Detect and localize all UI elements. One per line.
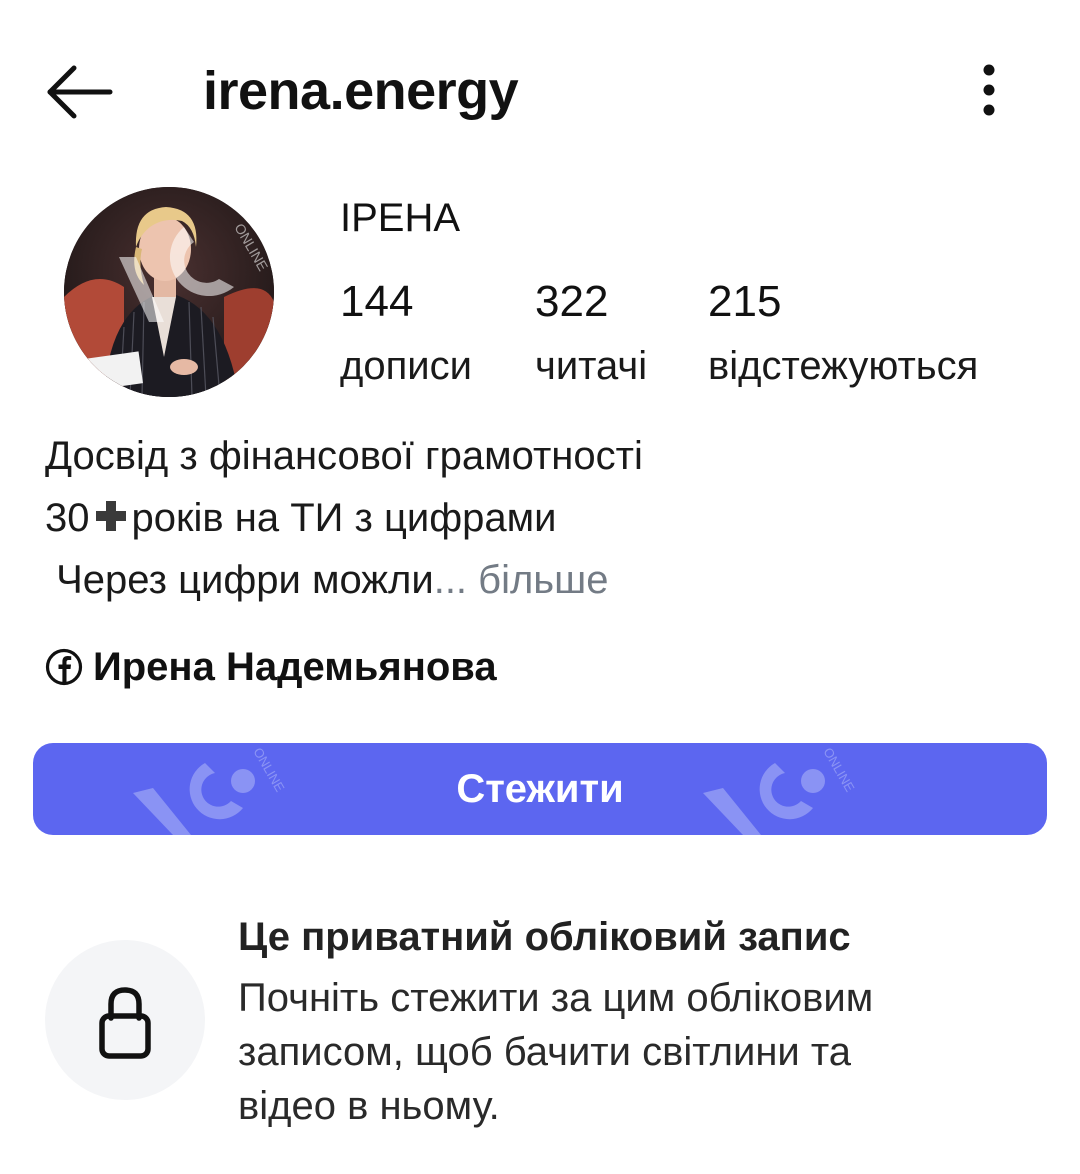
- profile-avatar[interactable]: ONLINE: [64, 187, 274, 397]
- facebook-icon: [45, 648, 83, 686]
- lock-badge: [45, 940, 205, 1100]
- facebook-name: Ирена Надемьянова: [93, 644, 497, 689]
- private-account-description: Почніть стежити за цим обліковим записом…: [238, 971, 1038, 1133]
- more-options-button[interactable]: [964, 60, 1014, 120]
- stat-following-label: відстежуються: [708, 344, 979, 388]
- bio-text: 30: [45, 496, 90, 540]
- bio-line: Через цифри можли... більше: [45, 549, 643, 611]
- profile-bio: Досвід з фінансової грамотності 30 років …: [45, 425, 643, 611]
- bio-line: 30 років на ТИ з цифрами: [45, 487, 643, 549]
- facebook-profile-link[interactable]: Ирена Надемьянова: [45, 637, 497, 697]
- top-bar: irena.energy: [0, 0, 1080, 180]
- bio-text: Через цифри можли: [45, 558, 434, 602]
- stat-following[interactable]: 215 відстежуються: [708, 275, 978, 391]
- profile-username: irena.energy: [203, 61, 519, 121]
- follow-button-label: Стежити: [456, 767, 624, 811]
- stat-following-count: 215: [708, 277, 782, 326]
- stat-followers[interactable]: 322 читачі: [535, 275, 647, 391]
- lock-icon: [99, 987, 151, 1059]
- private-desc-line: відео в ньому.: [238, 1084, 500, 1128]
- stat-posts-label: дописи: [340, 344, 472, 388]
- bio-line: Досвід з фінансової грамотності: [45, 434, 643, 478]
- stat-posts[interactable]: 144 дописи: [340, 275, 472, 391]
- bio-more-link[interactable]: більше: [467, 558, 608, 602]
- private-account-title: Це приватний обліковий запис: [238, 915, 851, 959]
- private-desc-line: записом, щоб бачити світлини та: [238, 1030, 851, 1074]
- back-button[interactable]: [40, 60, 120, 124]
- plus-emoji-icon: [92, 497, 130, 535]
- bio-text: років на ТИ з цифрами: [131, 496, 557, 540]
- private-desc-line: Почніть стежити за цим обліковим: [238, 976, 874, 1020]
- more-vertical-icon: [983, 64, 995, 116]
- follow-button[interactable]: ONLINE ONLINE Стежити: [33, 743, 1047, 835]
- arrow-left-icon: [47, 65, 113, 119]
- stat-posts-count: 144: [340, 277, 414, 326]
- stat-followers-label: читачі: [535, 344, 648, 388]
- bio-ellipsis: ...: [433, 558, 468, 602]
- avatar-image: ONLINE: [64, 187, 274, 397]
- stat-followers-count: 322: [535, 277, 609, 326]
- profile-display-name: ІРЕНА: [340, 196, 461, 240]
